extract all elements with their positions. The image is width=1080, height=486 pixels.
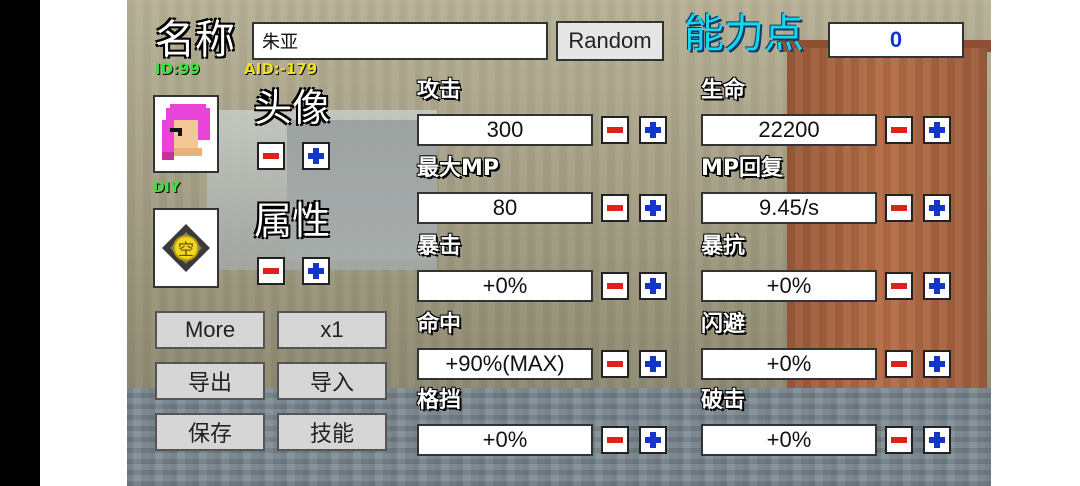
- avatar[interactable]: [153, 95, 219, 173]
- plus-icon: [645, 432, 661, 448]
- plus-icon: [308, 263, 324, 279]
- stat-6-decrease-button[interactable]: [601, 350, 629, 378]
- stat-7-label: 闪避: [701, 312, 746, 337]
- stat-5-value: +0%: [701, 270, 877, 302]
- plus-icon: [929, 432, 945, 448]
- stat-7-value: +0%: [701, 348, 877, 380]
- stat-8-value: +0%: [417, 424, 593, 456]
- left-letterbox: [0, 0, 40, 486]
- minus-icon: [607, 283, 623, 289]
- multiplier-button[interactable]: x1: [277, 311, 387, 349]
- stat-8-label: 格挡: [417, 388, 462, 413]
- stat-2-label: 最大MP: [417, 156, 500, 181]
- stat-4-increase-button[interactable]: [639, 272, 667, 300]
- minus-icon: [607, 361, 623, 367]
- stat-4-value: +0%: [417, 270, 593, 302]
- stat-1-label: 生命: [701, 78, 746, 103]
- stat-2-value: 80: [417, 192, 593, 224]
- stat-7-decrease-button[interactable]: [885, 350, 913, 378]
- random-name-button[interactable]: Random: [556, 21, 664, 61]
- minus-icon: [607, 205, 623, 211]
- character-editor-screen: 名称 朱亚 Random 能力点 0 ID:99 AID:-179 DIY 头像…: [127, 0, 991, 486]
- minus-icon: [891, 361, 907, 367]
- element-label: 属性: [254, 199, 331, 243]
- name-label: 名称: [155, 17, 235, 63]
- element-next-button[interactable]: [302, 257, 330, 285]
- stat-9-increase-button[interactable]: [923, 426, 951, 454]
- id-text: ID:99: [155, 60, 200, 78]
- element-diamond-icon: 空: [162, 224, 210, 272]
- element-glyph: 空: [178, 240, 194, 259]
- plus-icon: [645, 200, 661, 216]
- stat-1-decrease-button[interactable]: [885, 116, 913, 144]
- stat-6-value: +90%(MAX): [417, 348, 593, 380]
- export-button[interactable]: 导出: [155, 362, 265, 400]
- stat-3-label: MP回复: [701, 156, 784, 181]
- skills-button[interactable]: 技能: [277, 413, 387, 451]
- stat-4-label: 暴击: [417, 234, 462, 259]
- element-prev-button[interactable]: [257, 257, 285, 285]
- ability-points-value: 0: [828, 22, 964, 58]
- minus-icon: [891, 127, 907, 133]
- import-button[interactable]: 导入: [277, 362, 387, 400]
- stat-9-label: 破击: [701, 388, 746, 413]
- plus-icon: [929, 278, 945, 294]
- plus-icon: [929, 122, 945, 138]
- avatar-diy-tag: DIY: [153, 180, 180, 196]
- stat-2-decrease-button[interactable]: [601, 194, 629, 222]
- more-button[interactable]: More: [155, 311, 265, 349]
- aid-text: AID:-179: [244, 60, 318, 78]
- stat-3-value: 9.45/s: [701, 192, 877, 224]
- stat-6-label: 命中: [417, 312, 462, 337]
- avatar-label: 头像: [254, 86, 331, 130]
- minus-icon: [607, 437, 623, 443]
- stat-1-increase-button[interactable]: [923, 116, 951, 144]
- minus-icon: [263, 153, 279, 159]
- minus-icon: [263, 268, 279, 274]
- stat-0-decrease-button[interactable]: [601, 116, 629, 144]
- stat-5-increase-button[interactable]: [923, 272, 951, 300]
- plus-icon: [645, 278, 661, 294]
- stat-9-decrease-button[interactable]: [885, 426, 913, 454]
- plus-icon: [929, 200, 945, 216]
- stat-1-value: 22200: [701, 114, 877, 146]
- minus-icon: [607, 127, 623, 133]
- stat-7-increase-button[interactable]: [923, 350, 951, 378]
- stat-3-decrease-button[interactable]: [885, 194, 913, 222]
- minus-icon: [891, 205, 907, 211]
- minus-icon: [891, 437, 907, 443]
- plus-icon: [645, 122, 661, 138]
- stat-3-increase-button[interactable]: [923, 194, 951, 222]
- ability-points-label: 能力点: [684, 11, 804, 57]
- element-selector[interactable]: 空: [153, 208, 219, 288]
- stat-8-increase-button[interactable]: [639, 426, 667, 454]
- stat-0-value: 300: [417, 114, 593, 146]
- minus-icon: [891, 283, 907, 289]
- avatar-prev-button[interactable]: [257, 142, 285, 170]
- stat-6-increase-button[interactable]: [639, 350, 667, 378]
- stat-5-label: 暴抗: [701, 234, 746, 259]
- save-button[interactable]: 保存: [155, 413, 265, 451]
- stat-5-decrease-button[interactable]: [885, 272, 913, 300]
- plus-icon: [308, 148, 324, 164]
- stat-0-label: 攻击: [417, 78, 462, 103]
- stat-4-decrease-button[interactable]: [601, 272, 629, 300]
- stat-9-value: +0%: [701, 424, 877, 456]
- stat-2-increase-button[interactable]: [639, 194, 667, 222]
- avatar-portrait-icon: [162, 104, 210, 160]
- stat-8-decrease-button[interactable]: [601, 426, 629, 454]
- plus-icon: [645, 356, 661, 372]
- avatar-next-button[interactable]: [302, 142, 330, 170]
- stat-0-increase-button[interactable]: [639, 116, 667, 144]
- plus-icon: [929, 356, 945, 372]
- name-input[interactable]: 朱亚: [252, 22, 548, 60]
